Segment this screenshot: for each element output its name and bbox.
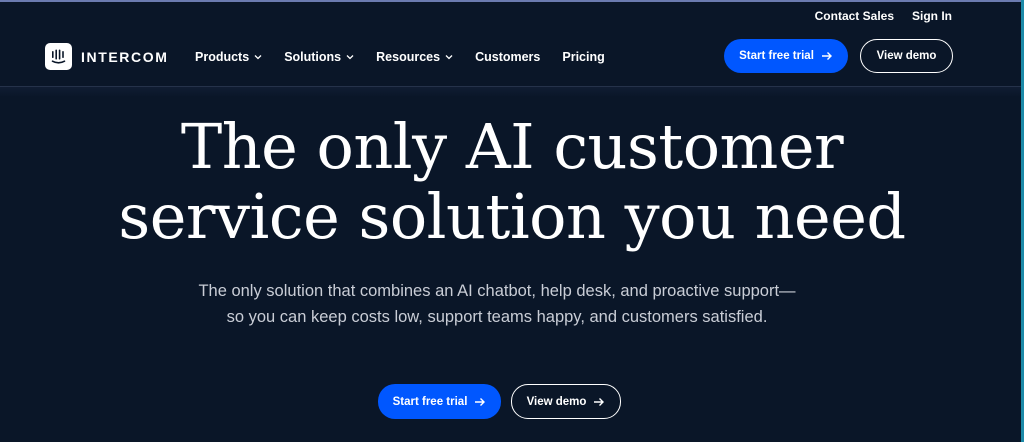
button-label: Start free trial: [392, 395, 468, 408]
nav-item-label: Solutions: [284, 50, 342, 64]
window-top-edge: [0, 0, 1024, 2]
nav-item-pricing[interactable]: Pricing: [562, 50, 604, 64]
intercom-logo-icon: [45, 43, 72, 70]
hero-subhead: The only solution that combines an AI ch…: [198, 282, 796, 326]
navbar-shadow: [0, 87, 1021, 97]
nav-item-label: Customers: [475, 50, 541, 64]
hero-view-demo-button[interactable]: View demo: [511, 384, 621, 419]
utility-bar: Contact Sales Sign In: [815, 9, 952, 23]
nav-links: Products Solutions Resources Customers P…: [195, 50, 605, 64]
nav-item-label: Resources: [376, 50, 441, 64]
nav-item-solutions[interactable]: Solutions: [284, 50, 354, 64]
brand-logo[interactable]: INTERCOM: [45, 43, 168, 70]
nav-item-products[interactable]: Products: [195, 50, 262, 64]
arrow-right-icon: [594, 397, 605, 406]
main-navbar: INTERCOM Products Solutions Resources Cu…: [0, 38, 1024, 86]
hero-headline: The only AI customer service solution yo…: [0, 112, 1024, 252]
nav-item-label: Pricing: [562, 50, 605, 64]
contact-sales-link[interactable]: Contact Sales: [815, 9, 894, 23]
nav-item-label: Products: [195, 50, 250, 64]
chevron-down-icon: [445, 55, 453, 60]
chevron-down-icon: [346, 55, 354, 60]
hero-cta-group: Start free trial View demo: [378, 384, 621, 419]
hero-headline-line-1: The only AI customer: [180, 110, 844, 183]
hero-start-free-trial-button[interactable]: Start free trial: [378, 384, 501, 419]
arrow-right-icon: [475, 397, 486, 406]
button-label: View demo: [526, 395, 587, 408]
hero-headline-line-2: service solution you need: [118, 180, 906, 253]
nav-item-resources[interactable]: Resources: [376, 50, 453, 64]
sign-in-link[interactable]: Sign In: [912, 9, 952, 23]
button-label: Start free trial: [739, 50, 814, 62]
nav-item-customers[interactable]: Customers: [475, 50, 540, 64]
brand-name: INTERCOM: [81, 48, 169, 65]
arrow-right-icon: [821, 52, 832, 60]
nav-start-free-trial-button[interactable]: Start free trial: [724, 39, 848, 73]
chevron-down-icon: [254, 55, 262, 60]
nav-cta-group: Start free trial View demo: [724, 39, 953, 73]
nav-view-demo-button[interactable]: View demo: [860, 39, 953, 73]
button-label: View demo: [876, 50, 937, 62]
